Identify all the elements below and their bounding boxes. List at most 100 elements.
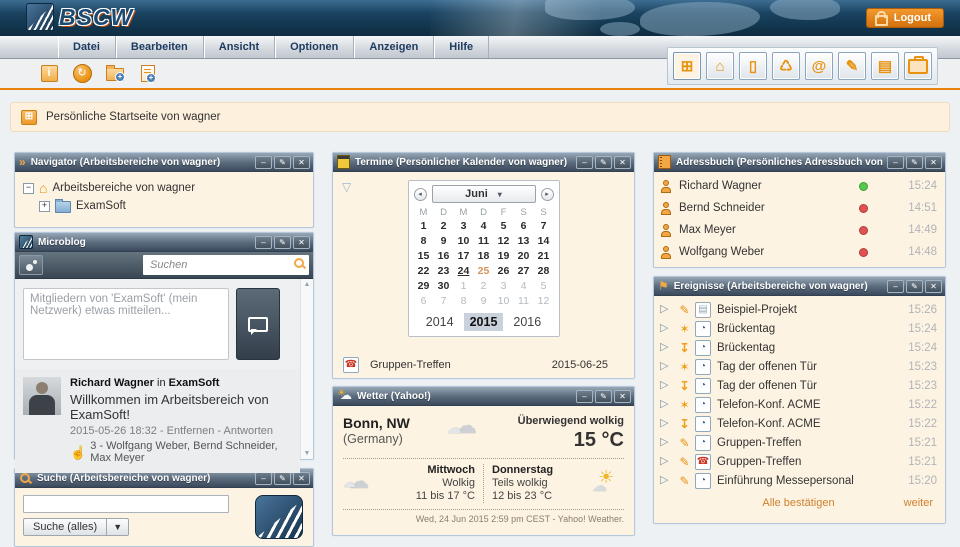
filter-triangle-icon[interactable]: ▽ (342, 180, 351, 194)
calendar-day[interactable]: 16 (434, 249, 454, 264)
search-scope-dropdown[interactable]: ▼ (107, 518, 129, 536)
edit-button[interactable]: ✎ (274, 472, 291, 485)
expand-triangle-icon[interactable]: ▷ (660, 380, 676, 391)
calendar-day[interactable]: 11 (474, 234, 494, 249)
more-link[interactable]: weiter (904, 497, 933, 509)
calendar-day[interactable]: 22 (414, 264, 434, 279)
post-message-button[interactable] (236, 288, 280, 360)
close-button[interactable]: ✕ (925, 156, 942, 169)
minimize-button[interactable]: – (576, 156, 593, 169)
calendar-day[interactable]: 20 (514, 249, 534, 264)
scrollbar[interactable]: ▲ ▼ (300, 279, 313, 459)
minimize-button[interactable]: – (887, 280, 904, 293)
calendar-day[interactable]: 5 (494, 219, 514, 234)
calendar-day[interactable]: 29 (414, 279, 434, 294)
expand-triangle-icon[interactable]: ▷ (660, 361, 676, 372)
calendar-day[interactable]: 27 (514, 264, 534, 279)
minimize-button[interactable]: – (887, 156, 904, 169)
post-workspace-link[interactable]: ExamSoft (169, 377, 220, 389)
scroll-up-icon[interactable]: ▲ (304, 281, 311, 288)
minimize-button[interactable]: – (576, 390, 593, 403)
calendar-day[interactable]: 6 (514, 219, 534, 234)
calendar-day[interactable]: 1 (454, 279, 474, 294)
refresh-button[interactable]: ↻ (71, 62, 93, 84)
edit-button[interactable]: ✎ (595, 390, 612, 403)
calendar-day[interactable]: 24 (454, 264, 474, 279)
calendar-day[interactable]: 8 (454, 294, 474, 309)
event-label-link[interactable]: Tag der offenen Tür (717, 361, 901, 373)
confirm-all-link[interactable]: Alle bestätigen (660, 497, 937, 509)
post-author-link[interactable]: Richard Wagner (70, 377, 154, 389)
info-button[interactable]: i (38, 62, 60, 84)
minimize-button[interactable]: – (255, 156, 272, 169)
compose-textarea[interactable] (23, 288, 229, 360)
close-button[interactable]: ✕ (293, 236, 310, 249)
next-month-button[interactable]: ▸ (541, 188, 554, 201)
briefcase-button[interactable] (904, 52, 932, 80)
calendar-day[interactable]: 28 (534, 264, 554, 279)
collapse-expander[interactable]: − (23, 183, 34, 194)
expand-triangle-icon[interactable]: ▷ (660, 456, 676, 467)
expand-triangle-icon[interactable]: ▷ (660, 418, 676, 429)
expand-triangle-icon[interactable]: ▷ (660, 342, 676, 353)
month-dropdown[interactable]: Juni▾ (432, 185, 536, 203)
event-label-link[interactable]: Beispiel-Projekt (717, 304, 901, 316)
edit-button[interactable]: ✎ (595, 156, 612, 169)
microblog-search-input[interactable] (143, 255, 309, 275)
event-label-link[interactable]: Telefon-Konf. ACME (717, 399, 901, 411)
calendar-day[interactable]: 13 (514, 234, 534, 249)
event-label-link[interactable]: Gruppen-Treffen (717, 437, 901, 449)
calendar-year[interactable]: 2014 (420, 313, 460, 331)
menu-item[interactable]: Optionen (275, 36, 354, 58)
addressbook-button[interactable]: @ (805, 52, 833, 80)
event-label-link[interactable]: Einführung Messepersonal (717, 475, 901, 487)
edit-button[interactable]: ✎ (906, 156, 923, 169)
minimize-button[interactable]: – (255, 236, 272, 249)
calendar-day[interactable]: 17 (454, 249, 474, 264)
search-input[interactable] (23, 495, 229, 513)
close-button[interactable]: ✕ (614, 390, 631, 403)
contact-name-link[interactable]: Wolfgang Weber (679, 246, 852, 258)
calendar-day[interactable]: 3 (454, 219, 474, 234)
documents-button[interactable]: ▤ (871, 52, 899, 80)
edit-button[interactable]: ✎ (906, 280, 923, 293)
contact-name-link[interactable]: Richard Wagner (679, 180, 852, 192)
edit-button[interactable]: ✎ (274, 156, 291, 169)
calendar-day[interactable]: 23 (434, 264, 454, 279)
calendar-day[interactable]: 7 (434, 294, 454, 309)
menu-item[interactable]: Anzeigen (354, 36, 434, 58)
calendar-day[interactable]: 25 (474, 264, 494, 279)
minimize-button[interactable]: – (255, 472, 272, 485)
calendar-day[interactable]: 21 (534, 249, 554, 264)
calendar-day[interactable]: 10 (454, 234, 474, 249)
expand-expander[interactable]: + (39, 201, 50, 212)
menu-item[interactable]: Bearbeiten (116, 36, 204, 58)
edit-button[interactable]: ✎ (274, 236, 291, 249)
calendar-day[interactable]: 1 (414, 219, 434, 234)
expand-triangle-icon[interactable]: ▷ (660, 475, 676, 486)
event-label-link[interactable]: Tag der offenen Tür (717, 380, 901, 392)
menu-item[interactable]: Hilfe (434, 36, 489, 58)
close-button[interactable]: ✕ (293, 156, 310, 169)
calendar-year[interactable]: 2016 (507, 313, 547, 331)
close-button[interactable]: ✕ (614, 156, 631, 169)
event-label-link[interactable]: Gruppen-Treffen (717, 456, 901, 468)
calendar-day[interactable]: 4 (474, 219, 494, 234)
event-label-link[interactable]: Brückentag (717, 342, 901, 354)
add-folder-button[interactable]: + (104, 62, 126, 84)
calendar-day[interactable]: 11 (514, 294, 534, 309)
close-button[interactable]: ✕ (293, 472, 310, 485)
event-label-link[interactable]: Brückentag (717, 323, 901, 335)
calendar-day[interactable]: 2 (474, 279, 494, 294)
thumbs-up-icon[interactable]: ☝ (70, 447, 86, 458)
add-document-button[interactable]: + (137, 62, 159, 84)
calendar-day[interactable]: 26 (494, 264, 514, 279)
network-share-button[interactable] (19, 255, 43, 275)
calendar-year[interactable]: 2015 (464, 313, 504, 331)
trash-button[interactable]: ♺ (772, 52, 800, 80)
calendar-day[interactable]: 9 (434, 234, 454, 249)
remove-link[interactable]: Entfernen (167, 425, 215, 437)
search-scope-button[interactable]: Suche (alles) (23, 518, 107, 536)
clipboard-button[interactable]: ▯ (739, 52, 767, 80)
calendar-day[interactable]: 12 (494, 234, 514, 249)
